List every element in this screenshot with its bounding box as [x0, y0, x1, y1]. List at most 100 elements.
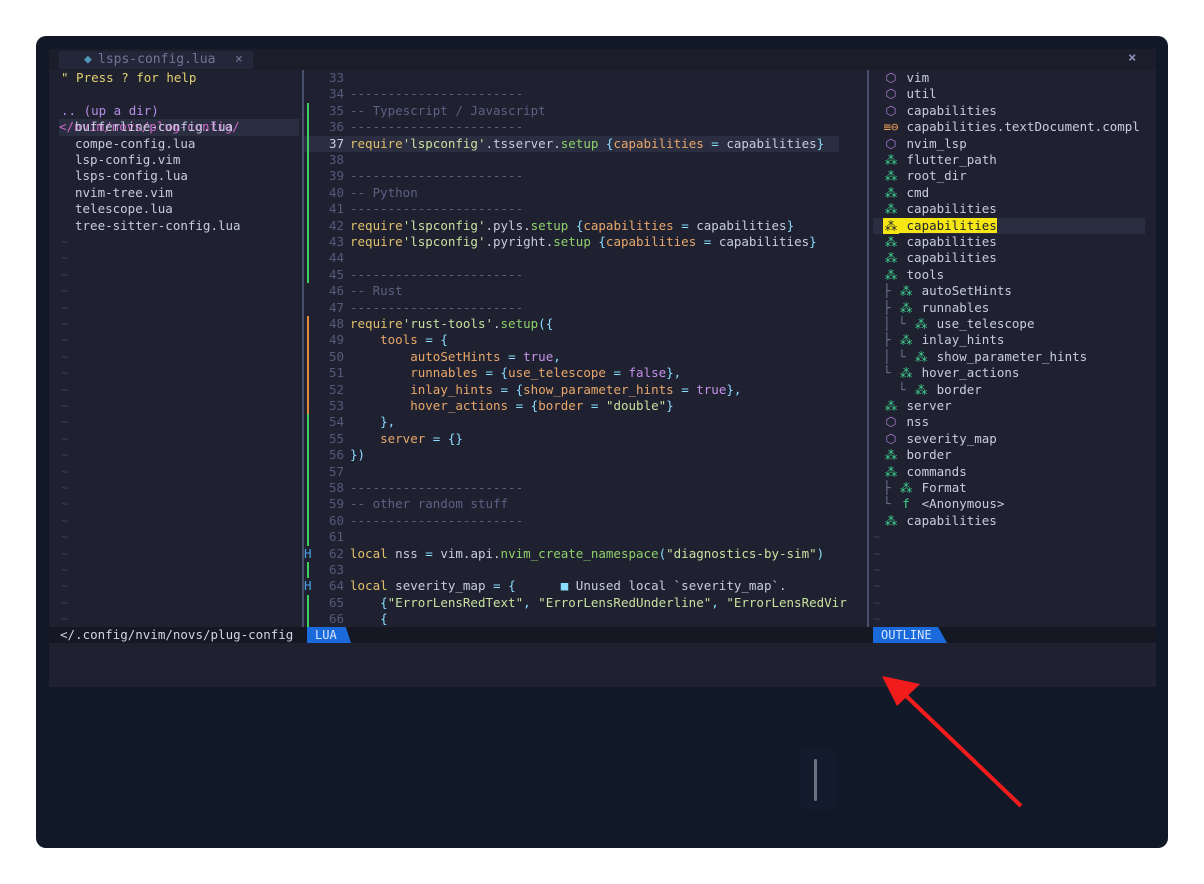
- outline-pane[interactable]: ⬡ vim ⬡ util ⬡ capabilities ≡⊖ capabilities…: [873, 70, 1145, 627]
- outline-item[interactable]: ≡⊖ capabilities.textDocument.compl: [883, 119, 1145, 135]
- outline-item[interactable]: ├ ⁂ autoSetHints: [883, 283, 1145, 299]
- line-number: 38: [328, 152, 344, 167]
- code-line[interactable]: require'lspconfig'.pyright.setup {capabi…: [350, 234, 866, 250]
- code-token: }: [809, 234, 817, 249]
- tab-lsps-config[interactable]: ◆ lsps-config.lua ×: [59, 51, 253, 69]
- tree-file[interactable]: tree-sitter-config.lua: [75, 218, 241, 234]
- code-line[interactable]: runnables = {use_telescope = false},: [350, 365, 866, 381]
- outline-item[interactable]: └ ⁂ border: [883, 382, 1145, 398]
- code-line[interactable]: autoSetHints = true,: [350, 349, 866, 365]
- tab-close-icon[interactable]: ×: [235, 51, 243, 69]
- outline-item[interactable]: ├ ⁂ Format: [883, 480, 1145, 496]
- code-line[interactable]: -----------------------: [350, 480, 866, 496]
- outline-item[interactable]: ⬡ capabilities: [883, 103, 1145, 119]
- code-line[interactable]: require'rust-tools'.setup({: [350, 316, 866, 332]
- code-token: =: [500, 381, 509, 397]
- outline-item[interactable]: │ └ ⁂ show_parameter_hints: [883, 349, 1145, 365]
- code-token: ,: [553, 348, 561, 364]
- outline-item[interactable]: └ ⁂ hover_actions: [883, 365, 1145, 381]
- code-token: capabilities: [711, 234, 810, 249]
- code-token: =: [425, 545, 433, 561]
- code-line[interactable]: require'lspconfig'.pyls.setup {capabilit…: [350, 218, 866, 234]
- code-line[interactable]: -----------------------: [350, 267, 866, 283]
- line-number: 51: [328, 365, 344, 381]
- tree-file[interactable]: bufferline-config.lua: [75, 119, 233, 135]
- outline-item[interactable]: ⬡ severity_map: [883, 431, 1145, 447]
- code-line[interactable]: [350, 464, 866, 480]
- code-line[interactable]: },: [350, 414, 866, 430]
- outline-item[interactable]: ⬡ nvim_lsp: [883, 136, 1145, 152]
- outline-item[interactable]: ⁂ capabilities: [883, 250, 1145, 266]
- code-line[interactable]: server = {}: [350, 431, 866, 447]
- outline-item[interactable]: ⁂ server: [883, 398, 1145, 414]
- outline-item-label: severity_map: [899, 430, 997, 446]
- tree-file[interactable]: lsp-config.vim: [75, 152, 180, 168]
- outline-item[interactable]: ⁂ capabilities: [883, 234, 1145, 250]
- file-tree-pane[interactable]: " Press ? for help .. (up a dir) </nvim/…: [59, 70, 301, 627]
- outline-item[interactable]: ⁂ cmd: [883, 185, 1145, 201]
- code-line[interactable]: -----------------------: [350, 513, 866, 529]
- code-line[interactable]: -- Typescript / Javascript: [350, 103, 866, 119]
- outline-item[interactable]: ⁂ flutter_path: [883, 152, 1145, 168]
- tree-file[interactable]: compe-config.lua: [75, 136, 195, 152]
- code-token: nvim_create_namespace: [500, 545, 659, 561]
- tree-guide: │ └: [883, 316, 914, 331]
- outline-item-label: capabilities: [899, 102, 997, 118]
- outline-item[interactable]: ⬡ util: [883, 86, 1145, 102]
- code-line[interactable]: -----------------------: [350, 201, 866, 217]
- code-line[interactable]: local nss = vim.api.nvim_create_namespac…: [350, 546, 866, 562]
- code-line[interactable]: -- other random stuff: [350, 496, 866, 512]
- code-line[interactable]: {"ErrorLensRedText", "ErrorLensRedUnderl…: [350, 595, 866, 611]
- code-token: setup: [500, 316, 539, 331]
- outline-item[interactable]: ⁂ root_dir: [883, 168, 1145, 184]
- tree-file[interactable]: lsps-config.lua: [75, 168, 188, 184]
- outline-item[interactable]: └ f <Anonymous>: [883, 496, 1145, 512]
- scroll-thumb[interactable]: [814, 759, 817, 801]
- code-line[interactable]: }): [350, 447, 866, 463]
- tree-up-dir[interactable]: .. (up a dir): [61, 103, 159, 119]
- code-line[interactable]: [350, 152, 866, 168]
- split-divider[interactable]: [867, 70, 869, 627]
- code-line[interactable]: require'lspconfig'.tsserver.setup {capab…: [350, 136, 866, 152]
- outline-item[interactable]: ⁂ commands: [883, 464, 1145, 480]
- variable-icon: ⁂: [884, 512, 898, 528]
- lua-file-icon: ◆: [84, 52, 92, 67]
- code-line[interactable]: {: [350, 611, 866, 627]
- code-line[interactable]: -- Python: [350, 185, 866, 201]
- code-line[interactable]: -----------------------: [350, 168, 866, 184]
- close-all-icon[interactable]: ×: [1128, 50, 1136, 66]
- code-line[interactable]: -----------------------: [350, 119, 866, 135]
- code-token: =: [485, 365, 494, 381]
- outline-item[interactable]: ⁂ capabilities: [873, 217, 1145, 234]
- outline-item[interactable]: ⬡ vim: [883, 70, 1145, 86]
- code-line[interactable]: [350, 562, 866, 578]
- outline-item[interactable]: ⁂ tools: [883, 267, 1145, 283]
- code-line[interactable]: hover_actions = {border = "double"}: [350, 398, 866, 414]
- tree-empty-line: ~: [61, 562, 69, 577]
- code-line[interactable]: -----------------------: [350, 86, 866, 102]
- outline-item-label: capabilities: [899, 234, 997, 249]
- outline-item[interactable]: ├ ⁂ inlay_hints: [883, 332, 1145, 348]
- outline-item[interactable]: ⬡ nss: [883, 414, 1145, 430]
- tree-file[interactable]: nvim-tree.vim: [75, 185, 173, 201]
- tree-guide: └: [883, 496, 899, 512]
- outline-item[interactable]: ⁂ capabilities: [883, 201, 1145, 217]
- code-line[interactable]: [350, 70, 866, 86]
- outline-item[interactable]: ├ ⁂ runnables: [883, 300, 1145, 316]
- code-line[interactable]: [350, 529, 866, 545]
- outline-item[interactable]: │ └ ⁂ use_telescope: [883, 316, 1145, 332]
- code-token: vim.api.: [432, 545, 501, 561]
- outline-item[interactable]: ⁂ border: [883, 447, 1145, 463]
- command-line[interactable]: [49, 643, 1156, 687]
- tree-file[interactable]: telescope.lua: [75, 201, 173, 217]
- code-line[interactable]: tools = {: [350, 332, 866, 348]
- code-line[interactable]: inlay_hints = {show_parameter_hints = tr…: [350, 382, 866, 398]
- code-line[interactable]: -- Rust: [350, 283, 866, 299]
- code-line[interactable]: -----------------------: [350, 300, 866, 316]
- code-line[interactable]: [350, 250, 866, 266]
- outline-item[interactable]: ⁂ capabilities: [883, 513, 1145, 529]
- code-line[interactable]: local severity_map = { ■ Unused local `s…: [350, 578, 866, 594]
- code-editor-pane[interactable]: 33 34 ----------------------- 35 -- Typescri…: [304, 70, 866, 628]
- line-number: 43: [328, 234, 344, 249]
